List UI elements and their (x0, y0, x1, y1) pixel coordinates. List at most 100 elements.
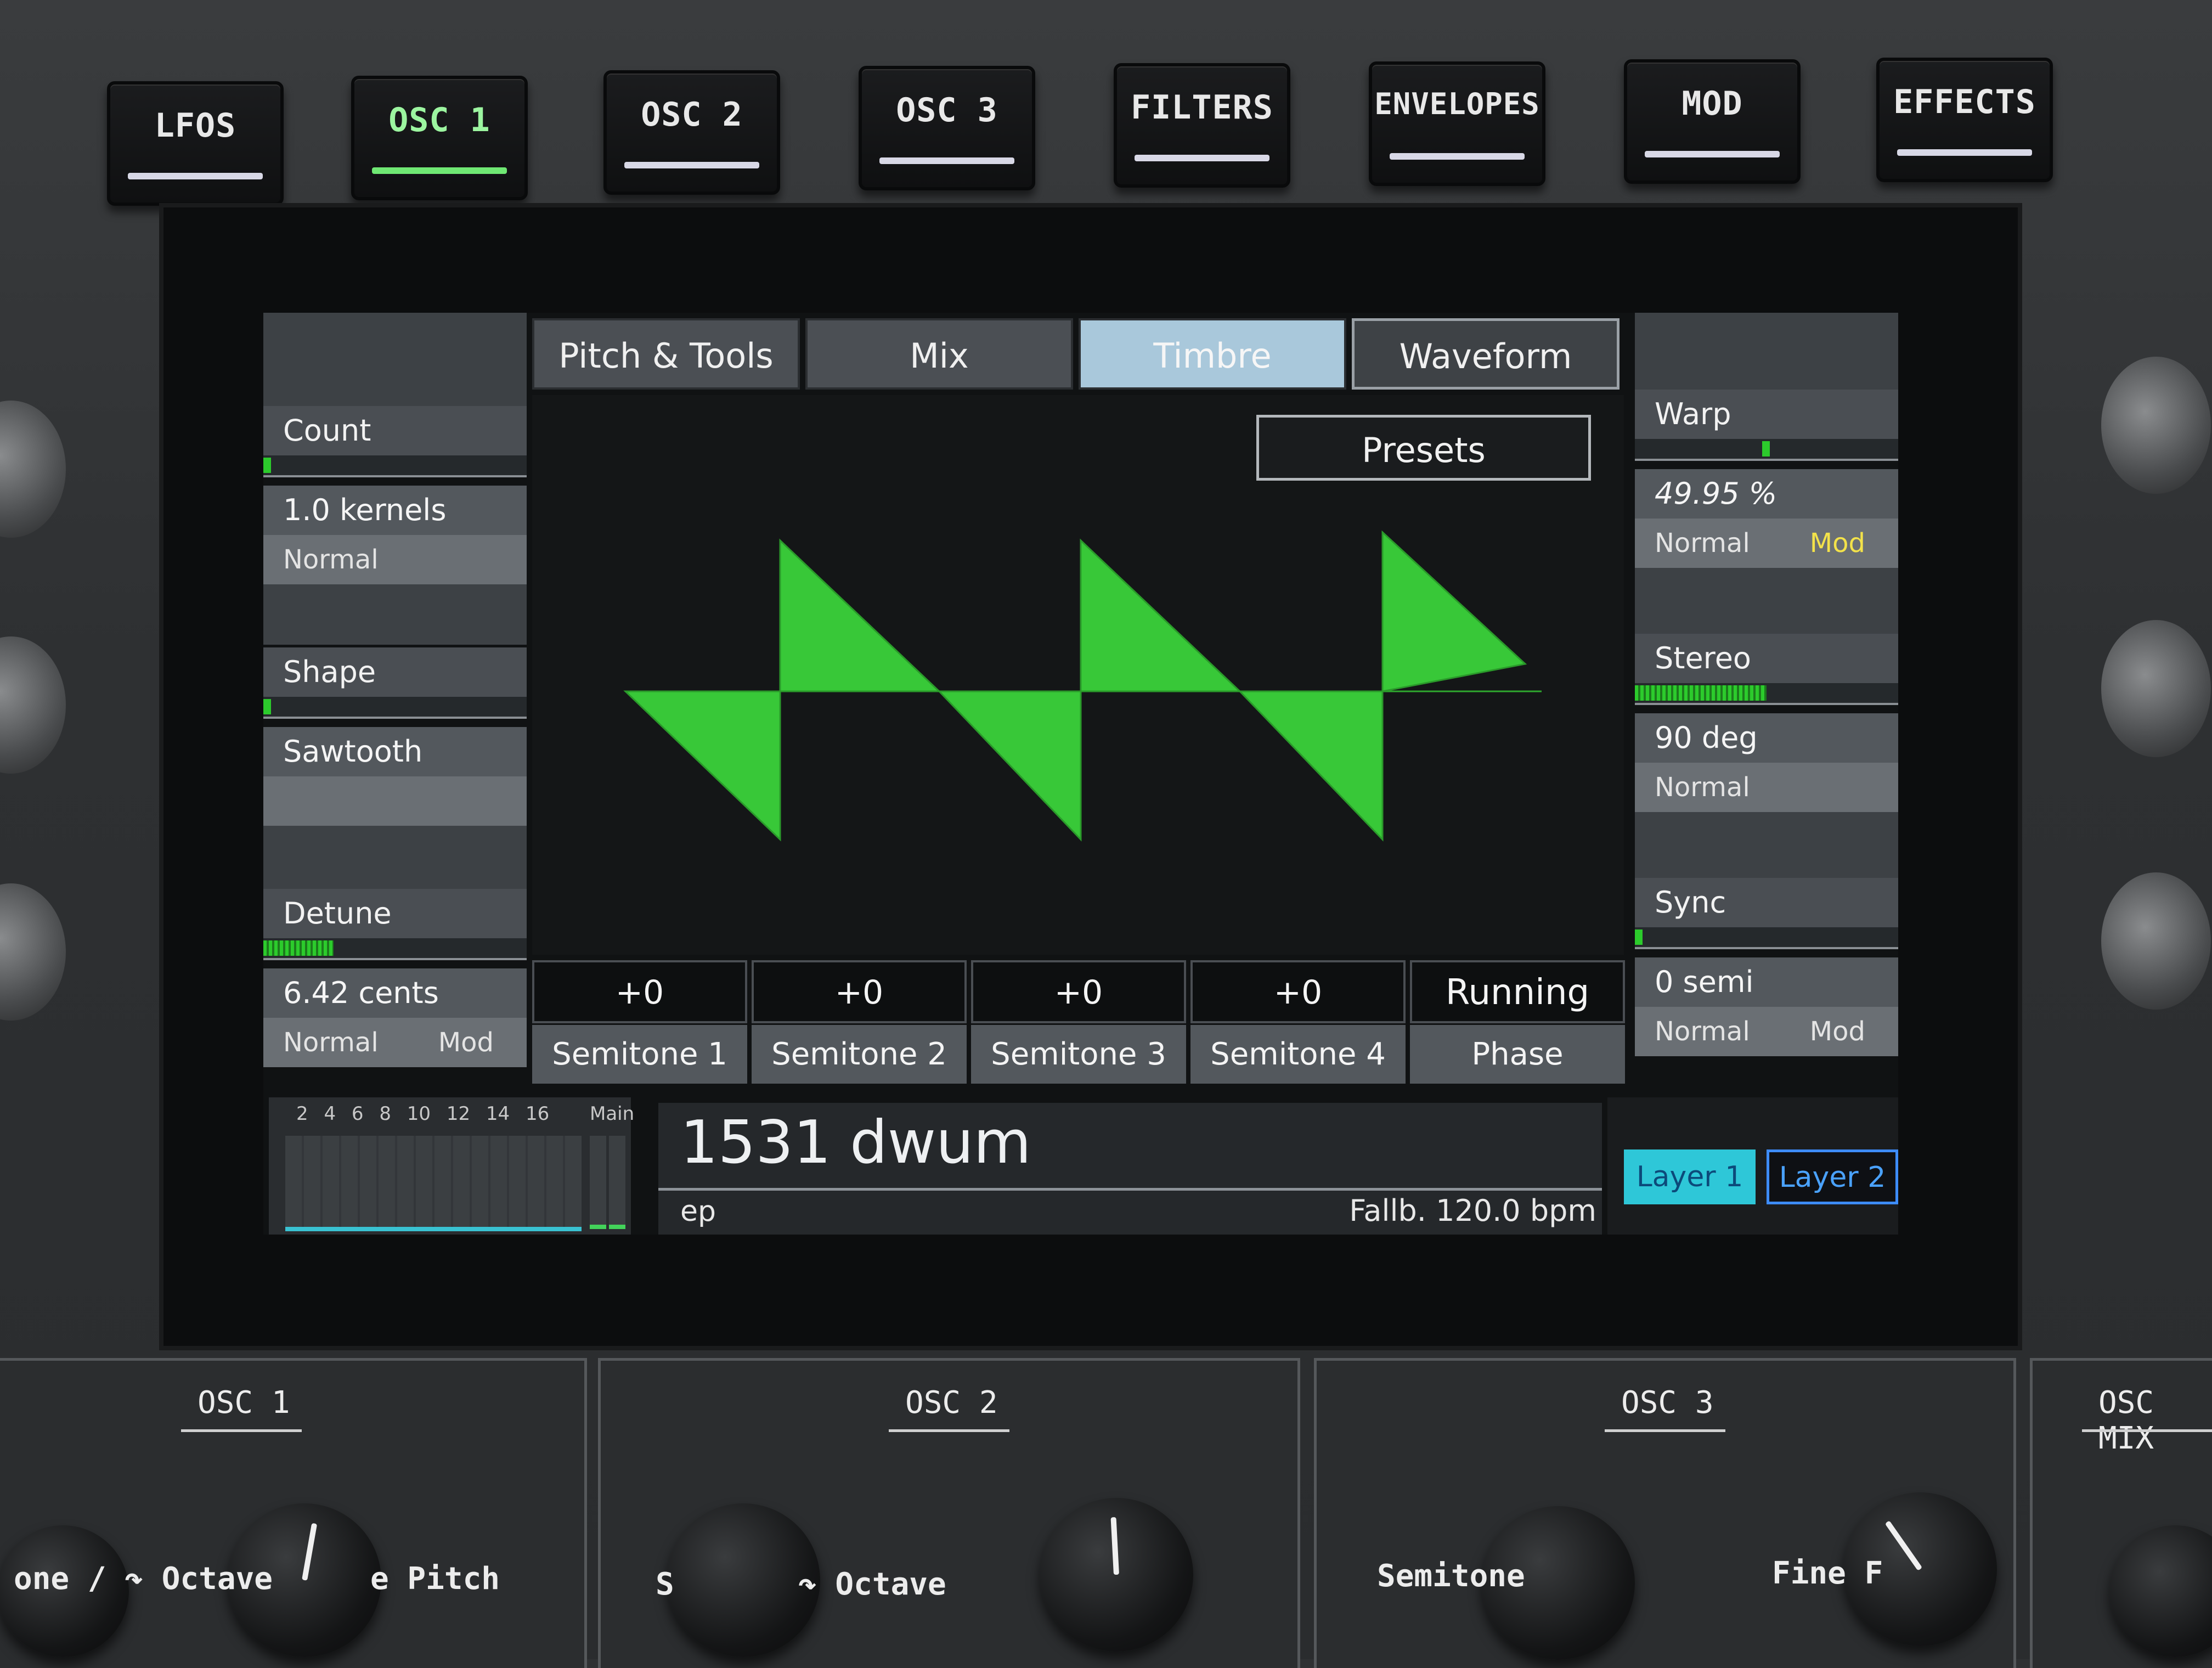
left-knob-2[interactable] (0, 636, 66, 774)
count-label: Count (263, 406, 527, 455)
meter-main-label: Main (590, 1103, 635, 1125)
shape-mode (263, 776, 527, 826)
semitone-value: +0 (752, 960, 967, 1023)
detune-slider[interactable] (263, 938, 527, 960)
mod-label[interactable]: Mod (438, 1018, 494, 1067)
semitone-2[interactable]: +0 Semitone 2 (752, 960, 967, 1084)
osc3-button[interactable]: OSC 3 (859, 66, 1035, 190)
detune-value[interactable]: 6.42 cents (263, 968, 527, 1018)
pitch-label: e Pitch (370, 1561, 500, 1597)
sync-label: Sync (1635, 878, 1898, 927)
right-knob-2[interactable] (2101, 620, 2211, 757)
semitone-knob[interactable] (667, 1503, 820, 1657)
preset-info-bar[interactable]: 1531 dwum ep Fallb. 120.0 bpm (658, 1103, 1602, 1235)
wave-segment-3b (1381, 530, 1527, 692)
tab-waveform[interactable]: Waveform (1352, 318, 1620, 390)
osc2-button[interactable]: OSC 2 (603, 70, 780, 195)
osc3-section: OSC 3 Semitone Fine F (1314, 1358, 2016, 1668)
main-meter-left (590, 1136, 606, 1229)
stereo-value[interactable]: 90 deg (1635, 713, 1898, 763)
button-label: OSC 3 (896, 91, 998, 129)
layer-2-button[interactable]: Layer 2 (1767, 1149, 1898, 1204)
semitone-1[interactable]: +0 Semitone 1 (532, 960, 747, 1084)
knob-indicator (1110, 1517, 1119, 1575)
mode-label: Normal (1655, 772, 1750, 803)
detune-fill (263, 940, 334, 956)
lfos-button[interactable]: LFOS (107, 81, 284, 206)
semitone-label: Semitone 3 (971, 1025, 1186, 1084)
blank-cell (263, 584, 527, 645)
stereo-label: Stereo (1635, 634, 1898, 683)
count-mode[interactable]: Normal (263, 535, 527, 584)
waveform-display: Presets (532, 395, 1624, 955)
title-underline (889, 1429, 1009, 1432)
blank-cell (1635, 568, 1898, 634)
layer-1-button[interactable]: Layer 1 (1624, 1149, 1756, 1204)
tab-pitch-tools[interactable]: Pitch & Tools (532, 318, 800, 390)
semitone-row: +0 Semitone 1 +0 Semitone 2 +0 Semitone … (532, 960, 1629, 1084)
sync-mode[interactable]: Normal Mod (1635, 1007, 1898, 1056)
envelopes-button[interactable]: ENVELOPES (1369, 61, 1545, 186)
preset-name: 1531 dwum (680, 1108, 1031, 1177)
warp-mode[interactable]: Normal Mod (1635, 519, 1898, 568)
count-value[interactable]: 1.0 kernels (263, 486, 527, 535)
count-fill (263, 458, 271, 473)
shape-value[interactable]: Sawtooth (263, 727, 527, 776)
meter-baseline (285, 1227, 582, 1231)
meter-level (590, 1225, 606, 1229)
section-title: OSC MIX (2098, 1385, 2154, 1456)
phase-control[interactable]: Running Phase (1410, 960, 1625, 1084)
left-knob-3[interactable] (0, 883, 66, 1021)
led-bar (879, 157, 1014, 164)
wave-segment-1a (623, 690, 781, 842)
sync-value[interactable]: 0 semi (1635, 957, 1898, 1007)
left-param-column: Count 1.0 kernels Normal Shape Sawtooth … (263, 313, 527, 1092)
effects-button[interactable]: EFFECTS (1876, 58, 2053, 182)
osc1-button[interactable]: OSC 1 (351, 76, 528, 200)
left-knob-1[interactable] (0, 401, 66, 538)
mod-button[interactable]: MOD (1624, 59, 1801, 184)
detune-mode[interactable]: Normal Mod (263, 1018, 527, 1067)
synth-hardware: LFOS OSC 1 OSC 2 OSC 3 FILTERS ENVELOPES… (0, 0, 2212, 1668)
stereo-fill (1635, 685, 1767, 701)
mod-label[interactable]: Mod (1810, 1007, 1865, 1056)
led-bar (624, 162, 759, 168)
button-label: OSC 2 (641, 95, 743, 134)
warp-slider[interactable] (1635, 439, 1898, 461)
octave-knob[interactable] (1040, 1498, 1193, 1652)
semitone-value: +0 (971, 960, 1186, 1023)
section-title: OSC 2 (905, 1385, 998, 1421)
tab-timbre[interactable]: Timbre (1079, 318, 1346, 390)
semitone-3[interactable]: +0 Semitone 3 (971, 960, 1186, 1084)
presets-button[interactable]: Presets (1256, 415, 1591, 481)
sync-slider[interactable] (1635, 927, 1898, 949)
shape-slider[interactable] (263, 697, 527, 719)
channel-meters: 2 4 6 8 10 12 14 16 Main (269, 1097, 635, 1235)
octave-label: ↷ Octave (798, 1566, 946, 1602)
stereo-mode[interactable]: Normal (1635, 763, 1898, 812)
semitone-value: +0 (1190, 960, 1406, 1023)
warp-fill (1762, 441, 1770, 457)
phase-value: Running (1410, 960, 1625, 1023)
stereo-slider[interactable] (1635, 683, 1898, 705)
right-knob-1[interactable] (2101, 357, 2211, 494)
semitone-label: Semitone (1377, 1558, 1525, 1594)
mix-knob[interactable] (2109, 1525, 2212, 1657)
led-bar (1645, 151, 1780, 157)
led-bar (372, 167, 507, 174)
main-meter-right (609, 1136, 625, 1229)
filters-button[interactable]: FILTERS (1114, 63, 1290, 188)
mod-label[interactable]: Mod (1810, 519, 1865, 568)
semitone-4[interactable]: +0 Semitone 4 (1190, 960, 1406, 1084)
warp-value[interactable]: 49.95 % (1635, 469, 1898, 519)
count-slider[interactable] (263, 455, 527, 477)
blank-cell (263, 826, 527, 889)
blank-cell (263, 313, 527, 406)
layer-selector: Layer 1 Layer 2 (1607, 1097, 1898, 1235)
shape-fill (263, 699, 271, 714)
tab-mix[interactable]: Mix (805, 318, 1073, 390)
title-underline (181, 1429, 302, 1432)
mode-label: Normal (283, 544, 379, 575)
title-underline (1605, 1429, 1725, 1432)
right-knob-3[interactable] (2101, 872, 2211, 1010)
